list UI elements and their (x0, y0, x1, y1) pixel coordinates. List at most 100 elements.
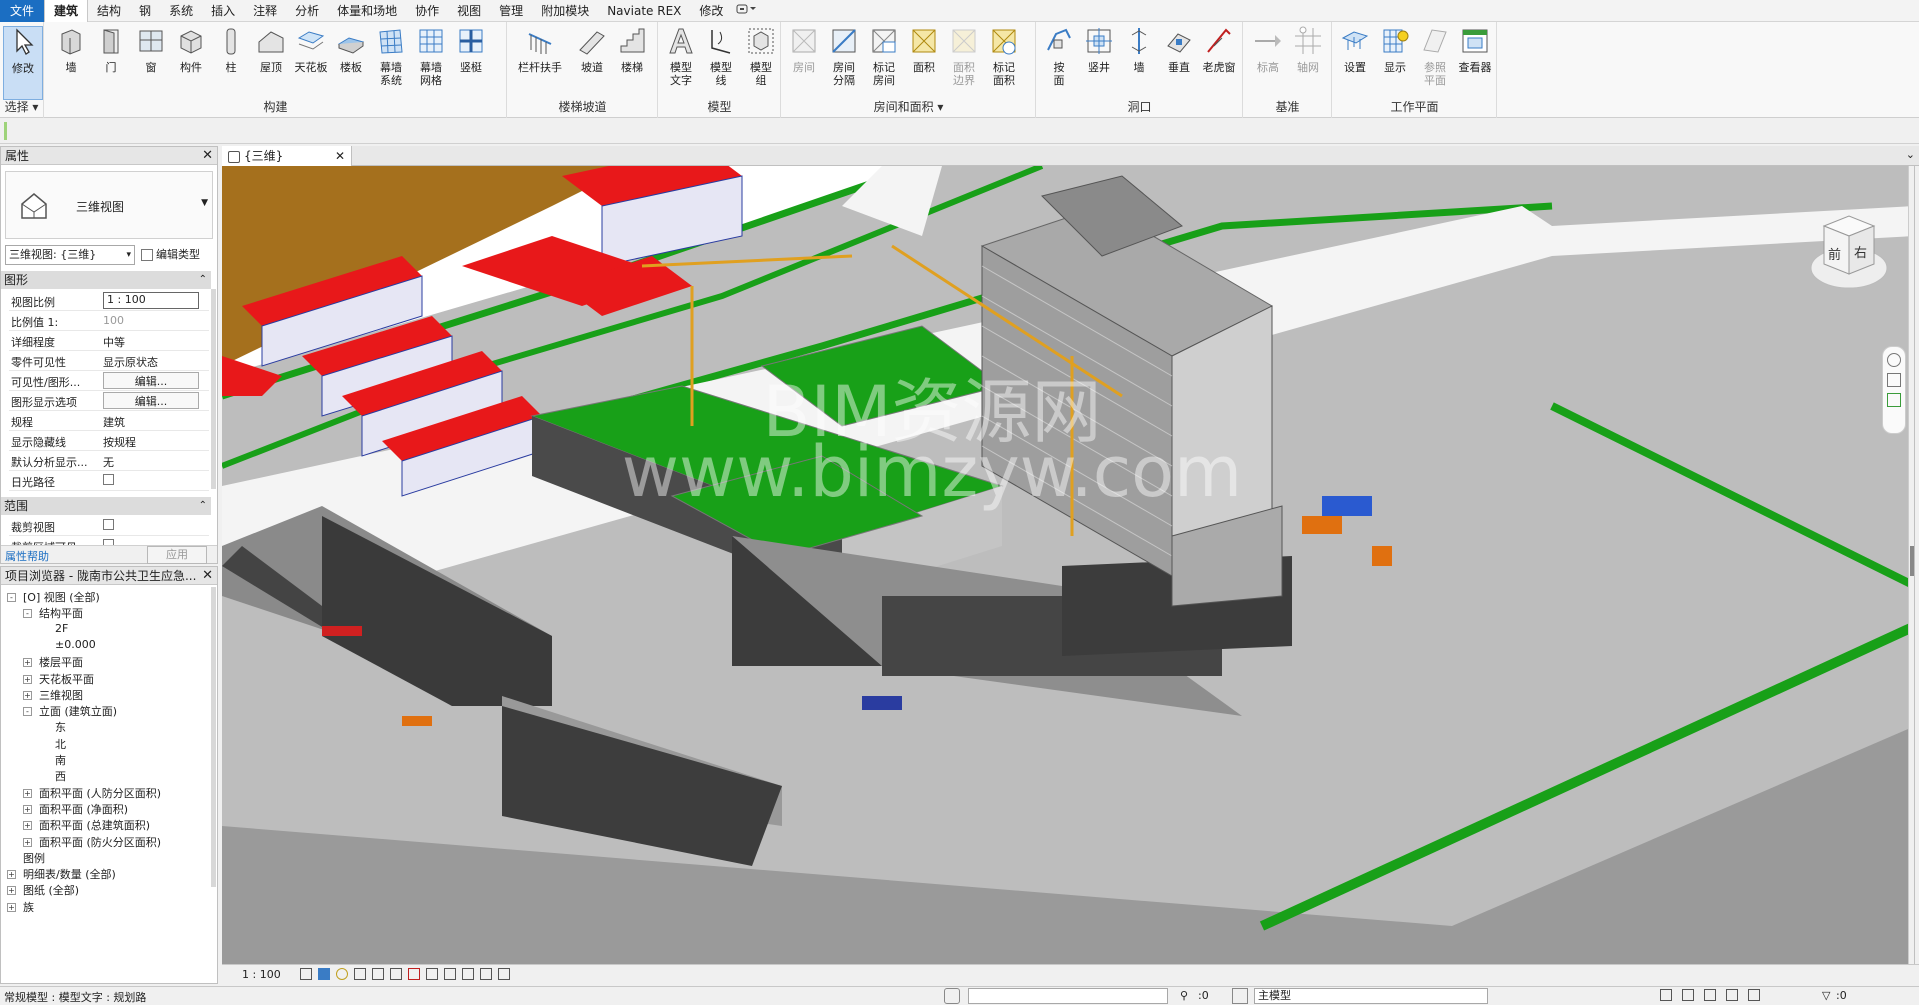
ramp-button[interactable]: 坡道 (572, 26, 612, 74)
view-scale[interactable]: 1 : 100 (242, 968, 281, 981)
section-extents[interactable]: 范围 ⌃ (1, 497, 211, 515)
property-value[interactable]: 1 : 100 (103, 292, 199, 309)
area-button[interactable]: 面积 (904, 26, 944, 74)
browser-tree-item[interactable]: 天花板平面 (39, 671, 94, 687)
stair-button[interactable]: 楼梯 (612, 26, 652, 74)
browser-tree-item[interactable]: 面积平面 (人防分区面积) (39, 785, 161, 801)
expand-icon[interactable]: + (7, 886, 16, 896)
tag-room-button[interactable]: 标记 房间 (864, 26, 904, 87)
component-button[interactable]: 构件 (171, 26, 211, 74)
expand-icon[interactable]: + (7, 870, 16, 880)
expand-icon[interactable]: + (23, 658, 32, 668)
show-workplane-button[interactable]: 显示 (1375, 26, 1415, 74)
view-instance-selector[interactable]: 三维视图: {三维} ▾ (5, 245, 135, 265)
viewer-button[interactable]: 查看器 (1455, 26, 1495, 74)
column-button[interactable]: 柱 (211, 26, 251, 74)
by-face-button[interactable]: 按 面 (1039, 26, 1079, 87)
view-tab-3d[interactable]: {三维} ✕ (222, 146, 352, 166)
menu-manage[interactable]: 管理 (490, 0, 532, 22)
shaft-button[interactable]: 竖井 (1079, 26, 1119, 74)
sun-path-icon[interactable] (336, 968, 348, 980)
modify-button[interactable]: 修改 (3, 26, 43, 100)
expand-icon[interactable]: + (7, 902, 16, 912)
navigation-bar[interactable] (1882, 346, 1906, 434)
curtain-grid-button[interactable]: 幕墙 网格 (411, 26, 451, 87)
apply-button[interactable]: 应用 (147, 546, 207, 564)
model-line-button[interactable]: 模型 线 (701, 26, 741, 87)
menu-modify[interactable]: 修改 (690, 0, 732, 22)
floor-button[interactable]: 楼板 (331, 26, 371, 74)
browser-tree-item[interactable]: 立面 (建筑立面) (39, 703, 117, 719)
sun-path-checkbox[interactable] (103, 474, 114, 485)
group-label-select[interactable]: 选择 ▾ (0, 98, 43, 115)
property-value[interactable]: 无 (103, 454, 199, 470)
viewcube[interactable]: 前 右 (1804, 206, 1894, 296)
filter-icon[interactable]: ▽ (1822, 989, 1830, 1002)
menu-steel[interactable]: 钢 (130, 0, 160, 22)
browser-tree-item[interactable]: 楼层平面 (39, 654, 83, 670)
browser-tree-item[interactable]: 面积平面 (总建筑面积) (39, 817, 150, 833)
roof-button[interactable]: 屋顶 (251, 26, 291, 74)
browser-scrollbar[interactable] (211, 587, 216, 887)
menu-structure[interactable]: 结构 (88, 0, 130, 22)
browser-tree-item[interactable]: 结构平面 (39, 605, 83, 621)
close-icon[interactable]: ✕ (202, 567, 213, 585)
menu-systems[interactable]: 系统 (160, 0, 202, 22)
constraints-icon[interactable] (498, 968, 510, 980)
area-boundary-button[interactable]: 面积 边界 (944, 26, 984, 87)
browser-tree-item[interactable]: 图纸 (全部) (23, 882, 79, 898)
property-value[interactable]: 编辑... (103, 372, 199, 389)
menu-analyze[interactable]: 分析 (286, 0, 328, 22)
browser-tree-item[interactable]: 南 (55, 752, 66, 768)
vertical-opening-button[interactable]: 垂直 (1159, 26, 1199, 74)
menu-file[interactable]: 文件 (0, 0, 45, 22)
viewport-scrollbar[interactable] (1908, 166, 1914, 964)
workset-dropdown[interactable] (968, 988, 1168, 1004)
property-value[interactable]: 编辑... (103, 392, 199, 409)
browser-tree-item[interactable]: 族 (23, 899, 34, 915)
browser-tree-item[interactable]: 三维视图 (39, 687, 83, 703)
render-icon[interactable] (372, 968, 384, 980)
collapse-icon[interactable]: - (23, 609, 32, 619)
workset-icon[interactable] (944, 988, 960, 1004)
property-value[interactable]: 建筑 (103, 414, 199, 430)
grid-button[interactable]: 轴网 (1288, 26, 1328, 74)
lock-3d-icon[interactable] (426, 968, 438, 980)
crop-icon[interactable] (390, 968, 402, 980)
zoom-extents-icon[interactable] (1887, 393, 1901, 407)
room-separator-button[interactable]: 房间 分隔 (824, 26, 864, 87)
room-button[interactable]: 房间 (784, 26, 824, 74)
reference-plane-button[interactable]: 参照 平面 (1415, 26, 1455, 87)
menu-annotate[interactable]: 注释 (244, 0, 286, 22)
model-text-button[interactable]: 模型 文字 (661, 26, 701, 87)
crop-view-checkbox[interactable] (103, 519, 114, 530)
properties-help-link[interactable]: 属性帮助 (5, 548, 49, 564)
browser-tree-item[interactable]: 西 (55, 768, 66, 784)
close-icon[interactable]: ✕ (335, 146, 345, 166)
expand-icon[interactable]: + (23, 690, 32, 700)
property-value[interactable]: 按规程 (103, 434, 199, 450)
close-icon[interactable]: ✕ (202, 147, 213, 165)
ribbon-toggle-icon[interactable] (732, 0, 760, 22)
browser-tree-item[interactable]: ±0.000 (55, 638, 96, 651)
expand-icon[interactable]: + (23, 804, 32, 814)
zoom-icon[interactable] (1887, 373, 1901, 387)
analytical-model-icon[interactable] (480, 968, 492, 980)
group-label-room-area[interactable]: 房间和面积 ▾ (782, 98, 1035, 115)
select-underlay-icon[interactable] (1682, 989, 1694, 1001)
menu-naviate-rex[interactable]: Naviate REX (598, 0, 690, 22)
temporary-hide-icon[interactable] (444, 968, 456, 980)
property-value[interactable]: 显示原状态 (103, 354, 199, 370)
browser-tree-item[interactable]: 明细表/数量 (全部) (23, 866, 116, 882)
browser-tree-item[interactable]: 面积平面 (防火分区面积) (39, 834, 161, 850)
menu-insert[interactable]: 插入 (202, 0, 244, 22)
type-selector[interactable]: 三维视图 ▼ (5, 171, 213, 239)
property-value[interactable]: 100 (103, 314, 199, 327)
drag-elements-icon[interactable] (1748, 989, 1760, 1001)
browser-tree-item[interactable]: 东 (55, 719, 66, 735)
tab-menu-icon[interactable]: ⌄ (1906, 148, 1915, 161)
property-value[interactable] (103, 474, 199, 488)
browser-tree-item[interactable]: [O] 视图 (全部) (23, 589, 100, 605)
design-option-dropdown[interactable]: 主模型 (1254, 988, 1488, 1004)
menu-massing-site[interactable]: 体量和场地 (328, 0, 406, 22)
